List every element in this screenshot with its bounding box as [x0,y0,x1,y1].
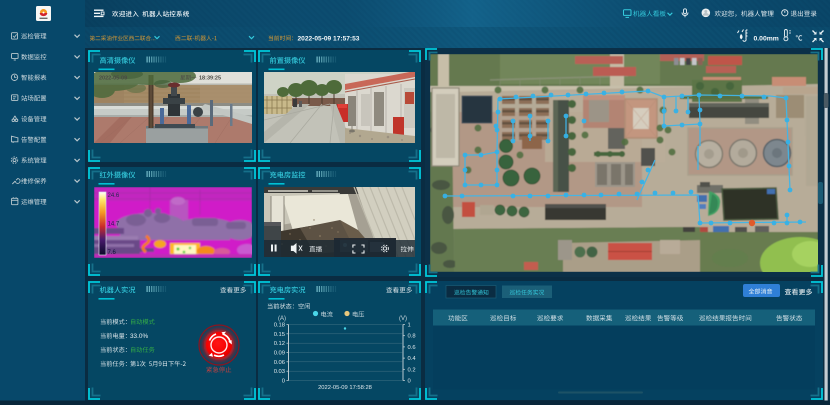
svg-text:0.15: 0.15 [274,332,285,338]
svg-text:0.2: 0.2 [408,367,416,373]
svg-text:0.00mm: 0.00mm [754,35,779,42]
svg-text:0.6: 0.6 [408,345,416,351]
svg-text:0.12: 0.12 [274,341,285,347]
svg-text:33.0%: 33.0% [130,333,148,340]
svg-text:18:39:25: 18:39:25 [199,76,221,82]
svg-text:0.06: 0.06 [274,360,285,366]
svg-text:1: 1 [408,323,411,329]
svg-text:0.4: 0.4 [408,356,417,362]
svg-text:(A): (A) [278,316,286,322]
svg-text:0.18: 0.18 [274,323,285,329]
svg-text:0.09: 0.09 [274,351,285,357]
svg-text:14.7: 14.7 [108,222,120,228]
svg-text:7.6: 7.6 [108,250,117,256]
svg-text:0.03: 0.03 [274,369,285,375]
svg-text:(V): (V) [399,316,407,322]
svg-text:0: 0 [408,379,411,385]
svg-text:0: 0 [282,379,285,385]
svg-text:2022-05-09 17:58:28: 2022-05-09 17:58:28 [318,385,372,391]
svg-text:0.8: 0.8 [408,334,416,340]
svg-text:24.6: 24.6 [108,193,120,199]
svg-text:2022-05-09: 2022-05-09 [99,76,127,82]
svg-text:2022-05-09 17:57:53: 2022-05-09 17:57:53 [298,35,360,42]
